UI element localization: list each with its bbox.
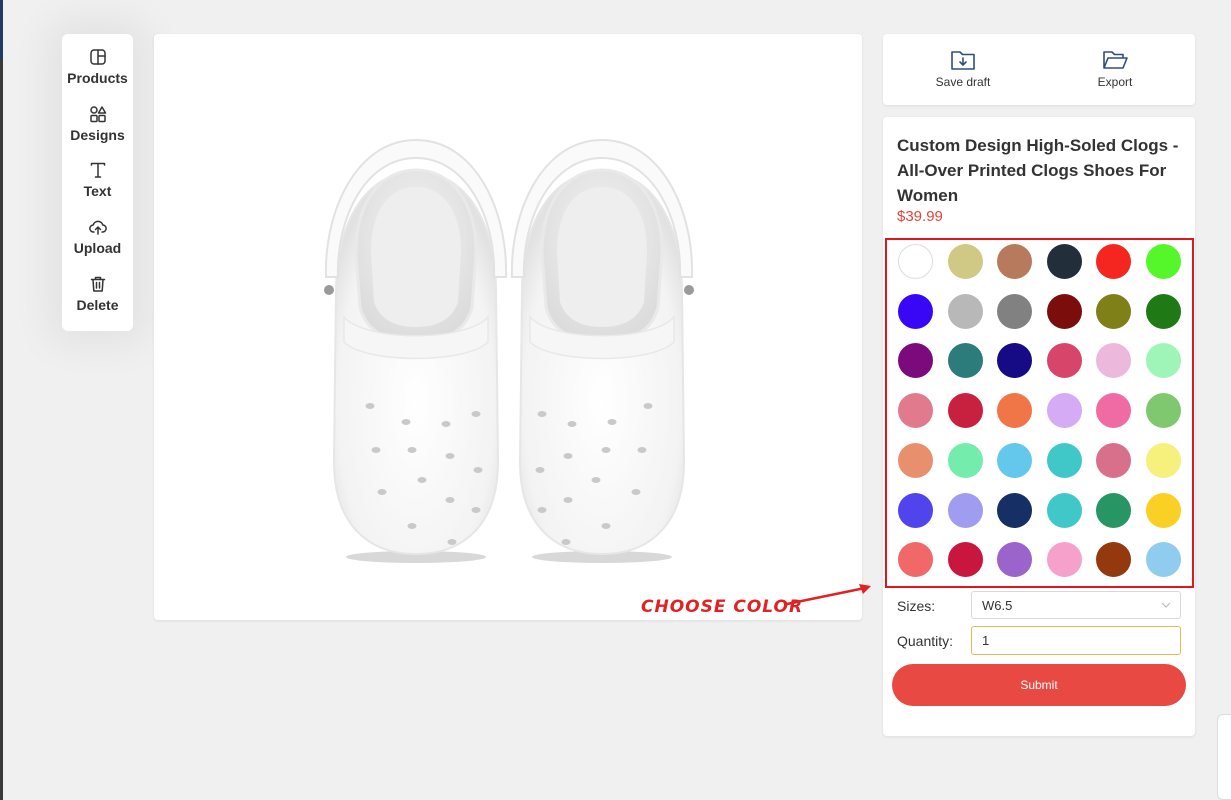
color-swatch[interactable] (1146, 393, 1181, 429)
product-title: Custom Design High-Soled Clogs - All-Ove… (897, 136, 1179, 205)
sidebar-item-text[interactable]: Text (62, 161, 133, 218)
color-swatch[interactable] (1046, 244, 1082, 279)
color-swatch[interactable] (1096, 442, 1132, 478)
color-swatch[interactable] (1046, 442, 1082, 478)
color-swatch[interactable] (1046, 393, 1082, 429)
color-swatch[interactable] (1046, 293, 1082, 329)
color-swatch[interactable] (1146, 492, 1181, 528)
annotation-arrow-icon (786, 584, 871, 606)
sidebar-item-label: Delete (76, 296, 119, 313)
side-widget-fragment (1217, 714, 1231, 800)
color-swatch[interactable] (1046, 492, 1082, 528)
color-swatch[interactable] (1146, 542, 1181, 578)
save-draft-label: Save draft (935, 75, 991, 89)
color-swatch[interactable] (1046, 343, 1082, 379)
color-swatch[interactable] (997, 293, 1033, 329)
save-folder-icon (951, 51, 975, 70)
products-icon (89, 49, 106, 65)
color-swatch[interactable] (898, 293, 933, 329)
product-price: $39.99 (897, 208, 943, 225)
size-select[interactable]: W6.5 (971, 591, 1181, 619)
export-label: Export (1097, 75, 1133, 89)
color-swatch[interactable] (898, 393, 933, 429)
color-swatch[interactable] (1146, 244, 1181, 279)
text-icon (90, 163, 105, 179)
color-swatch[interactable] (947, 542, 983, 578)
sidebar-item-products[interactable]: Products (62, 48, 133, 105)
color-swatch[interactable] (997, 442, 1033, 478)
product-panel: Custom Design High-Soled Clogs - All-Ove… (883, 117, 1195, 736)
color-swatch[interactable] (947, 343, 983, 379)
color-swatch[interactable] (1096, 293, 1132, 329)
color-swatch[interactable] (1146, 293, 1181, 329)
color-swatch[interactable] (1146, 442, 1181, 478)
color-swatch[interactable] (997, 393, 1033, 429)
choose-color-annotation: CHOOSE COLOR (641, 597, 804, 617)
color-swatch[interactable] (947, 442, 983, 478)
color-swatch[interactable] (1096, 244, 1132, 279)
export-button[interactable]: Export (1070, 48, 1160, 89)
sidebar-item-label: Text (83, 183, 112, 200)
upload-icon (88, 220, 107, 235)
window-edge (0, 0, 3, 800)
trash-icon (90, 276, 105, 292)
designs-icon (89, 105, 106, 122)
color-swatch[interactable] (997, 492, 1033, 528)
quantity-input[interactable] (971, 626, 1181, 655)
color-swatch-grid (885, 238, 1194, 588)
color-swatch[interactable] (1096, 542, 1132, 578)
color-swatch[interactable] (997, 244, 1033, 279)
color-swatch[interactable] (1096, 393, 1132, 429)
color-swatch[interactable] (898, 492, 933, 528)
size-select-value: W6.5 (982, 598, 1013, 613)
sidebar-item-label: Upload (73, 240, 122, 257)
clogs-product-image (322, 138, 696, 565)
tool-sidebar: Products Designs Text Upload Delete (62, 34, 133, 331)
sidebar-item-delete[interactable]: Delete (62, 275, 133, 332)
color-swatch[interactable] (1046, 542, 1082, 578)
chevron-down-icon (1161, 602, 1171, 608)
sidebar-item-label: Designs (70, 126, 125, 143)
save-draft-button[interactable]: Save draft (918, 48, 1008, 89)
color-swatch[interactable] (947, 393, 983, 429)
color-swatch[interactable] (898, 244, 933, 279)
submit-button[interactable]: Submit (892, 664, 1186, 706)
sidebar-item-upload[interactable]: Upload (62, 218, 133, 275)
top-actions: Save draft Export (883, 34, 1195, 105)
color-swatch[interactable] (947, 492, 983, 528)
sidebar-item-designs[interactable]: Designs (62, 105, 133, 162)
quantity-label: Quantity: (897, 633, 954, 649)
design-canvas[interactable] (154, 34, 862, 620)
color-swatch[interactable] (898, 442, 933, 478)
open-folder-icon (1103, 51, 1128, 69)
color-swatch[interactable] (898, 542, 933, 578)
color-swatch[interactable] (1096, 343, 1132, 379)
color-swatch[interactable] (1096, 492, 1132, 528)
sidebar-item-label: Products (67, 70, 128, 86)
color-swatch[interactable] (997, 542, 1033, 578)
color-swatch[interactable] (898, 343, 933, 379)
sizes-label: Sizes: (897, 598, 936, 614)
color-swatch[interactable] (947, 293, 983, 329)
color-swatch[interactable] (947, 244, 983, 279)
color-swatch[interactable] (1146, 343, 1181, 379)
color-swatch[interactable] (997, 343, 1033, 379)
